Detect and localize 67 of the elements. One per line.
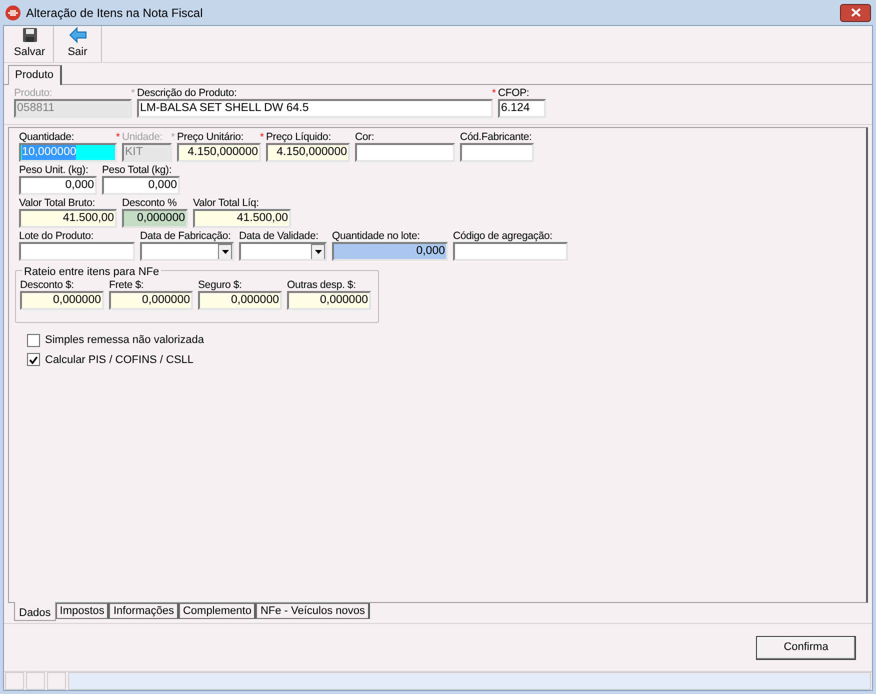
- field-label: Outras desp. $:: [287, 279, 357, 291]
- save-button[interactable]: Salvar: [6, 26, 54, 62]
- group-title: Rateio entre itens para NFe: [22, 264, 162, 280]
- input-field[interactable]: 0,000000: [122, 209, 188, 228]
- input-field[interactable]: 41.500,00: [19, 209, 117, 228]
- input-field[interactable]: 4.150,000000: [177, 143, 261, 162]
- field-label: Desconto $:: [20, 279, 75, 291]
- field-label: Preço Líquido:: [266, 131, 332, 143]
- required-mark: *: [492, 90, 496, 98]
- required-mark: *: [171, 134, 175, 142]
- field-label: Lote do Produto:: [19, 230, 94, 242]
- required-mark: *: [131, 90, 135, 98]
- input-field[interactable]: [19, 242, 135, 261]
- tab[interactable]: Dados: [14, 602, 56, 621]
- tab[interactable]: Informações: [109, 603, 179, 619]
- tab[interactable]: Produto: [8, 65, 62, 85]
- input-field[interactable]: 0,000000: [20, 291, 104, 310]
- field-label: Preço Unitário:: [177, 131, 244, 143]
- field-label: Unidade:: [122, 131, 164, 143]
- field-label: Peso Unit. (kg):: [19, 164, 90, 176]
- input-field[interactable]: 41.500,00: [193, 209, 291, 228]
- field-label: Seguro $:: [198, 279, 243, 291]
- exit-button[interactable]: Sair: [54, 26, 102, 62]
- tab[interactable]: Impostos: [56, 603, 110, 619]
- field-label: Cor:: [355, 131, 376, 143]
- input-field[interactable]: 0,000: [19, 176, 97, 195]
- close-button[interactable]: [840, 4, 871, 22]
- checkbox[interactable]: [27, 334, 40, 347]
- required-mark: *: [260, 134, 264, 142]
- field-label: Quantidade:: [19, 131, 76, 143]
- window-title: Alteração de Itens na Nota Fiscal: [26, 4, 203, 22]
- date-dropdown[interactable]: [239, 242, 327, 261]
- input-field[interactable]: [355, 143, 455, 162]
- field-label: Data de Fabricação:: [140, 230, 232, 242]
- field-label: Desconto %: [122, 197, 178, 209]
- field-label: Valor Total Bruto:: [19, 197, 96, 209]
- input-field[interactable]: 0,000: [332, 242, 448, 261]
- field-label: Cód.Fabricante:: [460, 131, 533, 143]
- close-icon: [850, 8, 860, 17]
- checkbox-label: Calcular PIS / COFINS / CSLL: [45, 352, 194, 368]
- field-label: Quantidade no lote:: [332, 230, 421, 242]
- app-logo-icon: [5, 4, 21, 20]
- checkbox[interactable]: [27, 353, 40, 366]
- left-arrow-icon: [68, 27, 86, 44]
- field-label: Frete $:: [109, 279, 145, 291]
- input-field[interactable]: [460, 143, 534, 162]
- input-field[interactable]: 0,000: [102, 176, 180, 195]
- input-field[interactable]: 0,000000: [287, 291, 371, 310]
- required-mark: *: [116, 134, 120, 142]
- field-label: Data de Validade:: [239, 230, 320, 242]
- field-label: Valor Total Líq:: [193, 197, 260, 209]
- checkbox-label: Simples remessa não valorizada: [45, 333, 204, 348]
- input-field[interactable]: 0,000000: [198, 291, 282, 310]
- field-label: Código de agregação:: [453, 230, 554, 242]
- input-field[interactable]: 6.124: [498, 99, 546, 118]
- field-label: Produto:: [14, 87, 54, 99]
- input-field[interactable]: LM-BALSA SET SHELL DW 64.5: [137, 99, 493, 118]
- confirm-button[interactable]: Confirma: [756, 636, 856, 660]
- field-label: CFOP:: [498, 87, 530, 99]
- input-field[interactable]: 0,000000: [109, 291, 193, 310]
- field-label: Descrição do Produto:: [137, 87, 238, 99]
- input-field[interactable]: 4.150,000000: [266, 143, 350, 162]
- field-label: Peso Total (kg):: [102, 164, 173, 176]
- input-field[interactable]: [453, 242, 568, 261]
- tab[interactable]: NFe - Veículos novos: [256, 603, 370, 619]
- tab[interactable]: Complemento: [178, 603, 256, 619]
- date-dropdown[interactable]: [140, 242, 234, 261]
